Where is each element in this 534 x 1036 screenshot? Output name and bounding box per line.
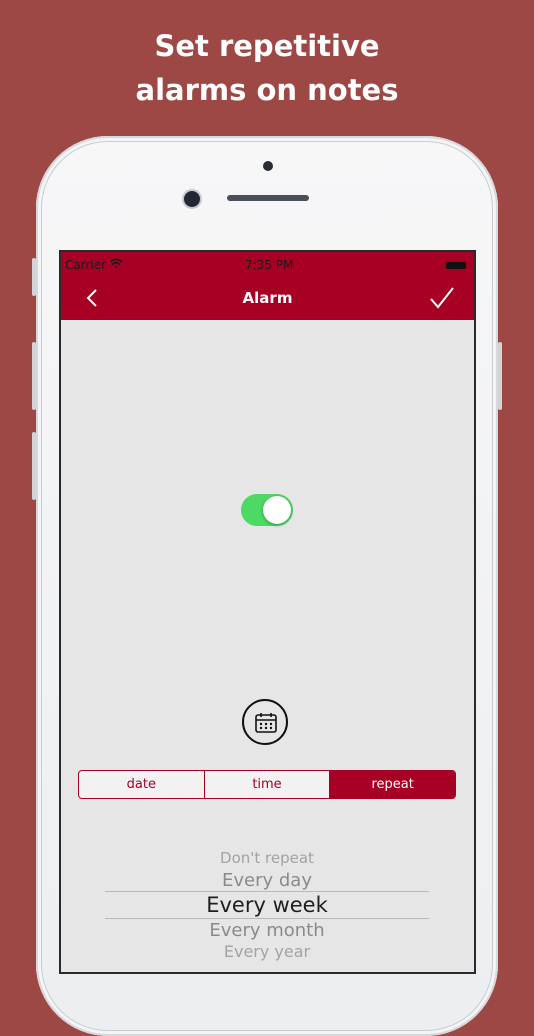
battery-icon <box>446 262 466 269</box>
picker-selection-line-bottom <box>105 918 429 919</box>
front-camera <box>184 191 200 207</box>
front-sensor <box>263 161 273 171</box>
wifi-icon <box>109 258 123 269</box>
status-bar: Carrier 7:35 PM <box>61 252 474 276</box>
carrier-label: Carrier <box>65 258 107 272</box>
picker-selection-line-top <box>105 891 429 892</box>
volume-up-button <box>32 342 36 410</box>
repeat-picker[interactable]: Don't repeat Every day Every week Every … <box>105 846 429 972</box>
picker-option[interactable]: Every month <box>105 920 429 941</box>
mute-switch <box>32 258 36 296</box>
page-title: Alarm <box>242 289 293 307</box>
segment-repeat[interactable]: repeat <box>330 771 455 798</box>
headline-line-2: alarms on notes <box>135 73 399 107</box>
calendar-button[interactable] <box>242 699 288 745</box>
date-time-repeat-segmented-control: date time repeat <box>78 770 456 799</box>
alarm-toggle[interactable] <box>241 494 293 526</box>
picker-option-selected[interactable]: Every week <box>105 893 429 917</box>
toggle-knob <box>263 496 291 524</box>
picker-option[interactable]: Don't repeat <box>105 849 429 867</box>
segment-time[interactable]: time <box>205 771 331 798</box>
headline-line-1: Set repetitive <box>154 29 380 63</box>
app-screen: Carrier 7:35 PM Alarm date time repeat D… <box>61 252 474 972</box>
calendar-icon <box>255 713 277 733</box>
checkmark-icon[interactable] <box>429 286 455 310</box>
earpiece-speaker <box>227 195 309 201</box>
segment-date[interactable]: date <box>79 771 205 798</box>
marketing-headline: Set repetitive alarms on notes <box>0 24 534 112</box>
status-time: 7:35 PM <box>245 258 294 272</box>
picker-option[interactable]: Every year <box>105 942 429 961</box>
volume-down-button <box>32 432 36 500</box>
navigation-bar: Alarm <box>61 276 474 320</box>
picker-option[interactable]: Every day <box>105 870 429 891</box>
power-button <box>498 342 502 410</box>
